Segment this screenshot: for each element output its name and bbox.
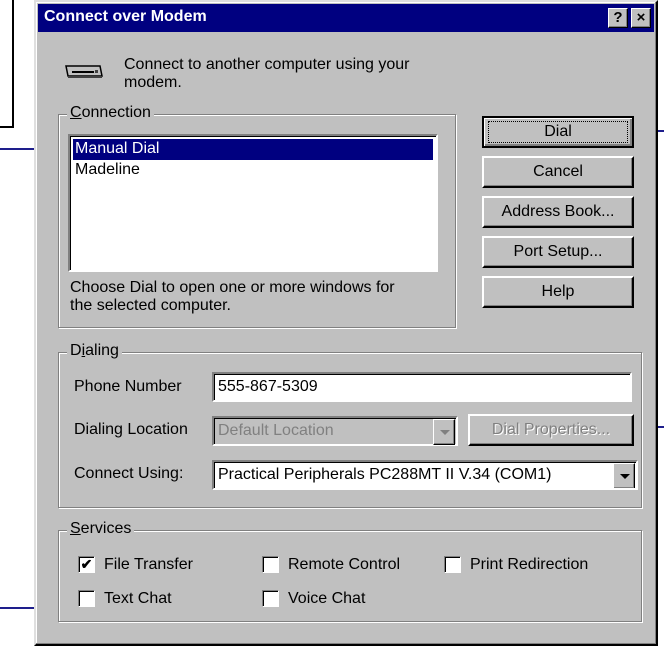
address-book-button[interactable]: Address Book... xyxy=(482,196,634,228)
voice-chat-label[interactable]: Voice Chat xyxy=(288,590,365,608)
connection-group-label: Connection xyxy=(67,104,154,122)
text-chat-label[interactable]: Text Chat xyxy=(104,590,172,608)
intro-line-1: Connect to another computer using your xyxy=(124,56,410,73)
help-title-button[interactable]: ? xyxy=(608,8,628,28)
intro-line-2: modem. xyxy=(124,74,182,91)
text-chat-checkbox[interactable] xyxy=(78,590,95,607)
connect-using-select[interactable]: Practical Peripherals PC288MT II V.34 (C… xyxy=(212,460,638,490)
dialing-group-label: Dialing xyxy=(67,342,122,360)
services-group: Services xyxy=(58,520,642,622)
list-item-madeline[interactable]: Madeline xyxy=(73,160,433,181)
dial-properties-button[interactable]: Dial Properties... xyxy=(468,414,634,446)
dialing-location-dropdown-button[interactable] xyxy=(433,419,455,445)
list-item-manual-dial[interactable]: Manual Dial xyxy=(73,139,433,160)
title-bar: Connect over Modem ? × xyxy=(38,4,654,32)
dialing-location-label: Dialing Location xyxy=(74,421,188,438)
modem-icon xyxy=(64,62,104,80)
help-button[interactable]: Help xyxy=(482,276,634,308)
chevron-down-icon xyxy=(440,430,450,435)
remote-control-checkbox[interactable] xyxy=(262,556,279,573)
intro-text: Connect to another computer using your m… xyxy=(124,56,410,92)
cancel-button[interactable]: Cancel xyxy=(482,156,634,188)
remote-control-label[interactable]: Remote Control xyxy=(288,556,400,574)
chevron-down-icon xyxy=(620,474,630,479)
port-setup-button[interactable]: Port Setup... xyxy=(482,236,634,268)
callout-frame xyxy=(0,0,14,128)
dial-button[interactable]: Dial xyxy=(482,116,634,148)
phone-number-label: Phone Number xyxy=(74,378,182,395)
services-group-label: Services xyxy=(67,520,135,538)
connect-over-modem-dialog: Connect over Modem ? × Connect to anothe… xyxy=(34,0,658,646)
connection-hint: Choose Dial to open one or more windows … xyxy=(70,279,395,314)
connect-using-label: Connect Using: xyxy=(74,465,184,482)
connect-using-dropdown-button[interactable] xyxy=(613,463,635,488)
file-transfer-label[interactable]: File Transfer xyxy=(104,556,193,574)
phone-number-input[interactable]: 555-867-5309 xyxy=(212,372,632,402)
window-title: Connect over Modem xyxy=(44,8,207,25)
dialing-location-select[interactable]: Default Location xyxy=(212,416,458,446)
print-redirection-checkbox[interactable] xyxy=(444,556,461,573)
print-redirection-label[interactable]: Print Redirection xyxy=(470,556,588,574)
close-title-button[interactable]: × xyxy=(631,8,651,28)
connection-list[interactable]: Manual Dial Madeline xyxy=(68,134,438,272)
file-transfer-checkbox[interactable]: ✔ xyxy=(78,556,95,573)
voice-chat-checkbox[interactable] xyxy=(262,590,279,607)
